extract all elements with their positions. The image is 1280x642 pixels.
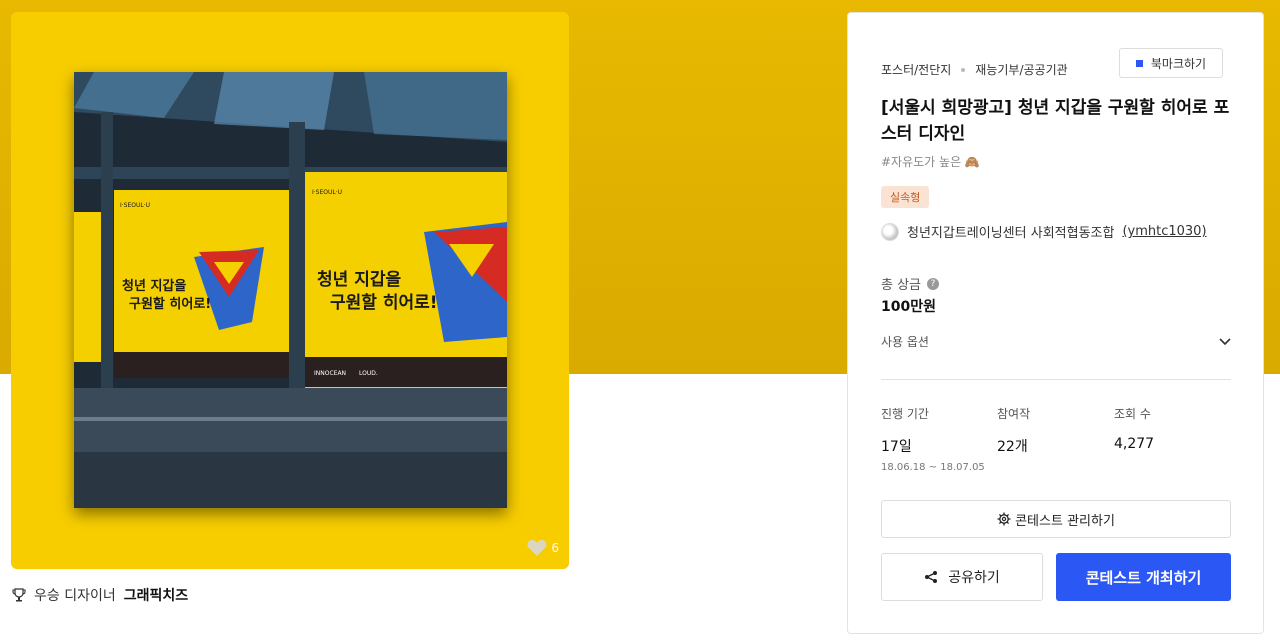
prize-value: 100만원 (881, 299, 936, 315)
help-icon[interactable]: ? (927, 277, 940, 290)
gear-icon (997, 512, 1011, 526)
usage-option-label: 사용 옵션 (881, 335, 929, 349)
host-id-link[interactable]: (ymhtc1030) (1122, 224, 1206, 239)
poster-brand: I·SEOUL·U (312, 189, 342, 196)
host-avatar (881, 222, 899, 241)
bookmark-label: 북마크하기 (1150, 56, 1207, 71)
poster-headline-2-small: 구원할 히어로! (129, 296, 211, 312)
host-name: 청년지갑트레이닝센터 사회적협동조합 (907, 226, 1115, 241)
winner-label: 우승 디자이너 (34, 588, 116, 604)
prize-label: 총 상금 (881, 278, 922, 293)
breadcrumb-category[interactable]: 포스터/전단지 (881, 61, 951, 78)
breadcrumb-separator (961, 67, 966, 72)
like-count: 6 (551, 541, 559, 555)
poster-headline-1: 청년 지갑을 (317, 269, 401, 290)
poster-headline-1-small: 청년 지갑을 (122, 278, 186, 294)
stat-period-label: 진행 기간 (881, 407, 929, 421)
poster-sponsor-1: INNOCEAN (314, 370, 346, 377)
stat-entries: 참여작 22개 (997, 405, 1030, 456)
breadcrumb-subcategory[interactable]: 재능기부/공공기관 (975, 61, 1067, 78)
stat-period: 진행 기간 17일 18.06.18 ~ 18.07.05 (881, 405, 985, 473)
prize-label-row: 총 상금 ? (881, 274, 940, 293)
host-contest-button[interactable]: 콘테스트 개최하기 (1056, 553, 1231, 601)
stat-period-value: 17일 (881, 439, 912, 455)
bookmark-button[interactable]: 북마크하기 (1119, 48, 1223, 78)
breadcrumb: 포스터/전단지 재능기부/공공기관 (881, 61, 1068, 78)
chevron-down-icon (1219, 337, 1231, 345)
usage-option-toggle[interactable]: 사용 옵션 (881, 333, 1231, 350)
winner-name[interactable]: 그래픽치즈 (124, 585, 188, 605)
stat-views-value: 4,277 (1114, 436, 1155, 452)
divider (881, 379, 1231, 380)
share-icon (925, 571, 938, 583)
trophy-icon (12, 588, 26, 602)
share-button[interactable]: 공유하기 (881, 553, 1043, 601)
host-info[interactable]: 청년지갑트레이닝센터 사회적협동조합 (ymhtc1030) (881, 222, 1207, 241)
stat-entries-value: 22개 (997, 439, 1028, 455)
manage-contest-label: 콘테스트 관리하기 (1015, 513, 1115, 529)
winning-poster-photo: 청년 지갑을 구원할 히어로! I·SEOUL·U 청년 지갑을 구원할 히어로… (74, 72, 507, 508)
poster-headline-2: 구원할 히어로! (330, 293, 438, 313)
plan-badge: 실속형 (881, 186, 930, 208)
poster-sponsor-2: LOUD. (359, 370, 378, 377)
contest-tagline: #자유도가 높은 🙈 (881, 155, 980, 169)
poster-brand-small: I·SEOUL·U (120, 202, 150, 209)
winner-designer: 우승 디자이너 그래픽치즈 (12, 585, 188, 605)
contest-hero-image[interactable]: 청년 지갑을 구원할 히어로! I·SEOUL·U 청년 지갑을 구원할 히어로… (11, 12, 569, 569)
manage-contest-button[interactable]: 콘테스트 관리하기 (881, 500, 1231, 538)
stat-period-range: 18.06.18 ~ 18.07.05 (881, 462, 985, 473)
share-label: 공유하기 (948, 570, 1000, 586)
heart-icon (527, 540, 547, 556)
like-counter[interactable]: 6 (527, 539, 559, 557)
contest-info-panel: 포스터/전단지 재능기부/공공기관 북마크하기 [서울시 희망광고] 청년 지갑… (847, 12, 1264, 634)
stat-views-label: 조회 수 (1114, 407, 1151, 421)
contest-title: [서울시 희망광고] 청년 지갑을 구원할 히어로 포스터 디자인 (881, 98, 1230, 144)
bookmark-icon (1135, 59, 1143, 67)
stat-entries-label: 참여작 (997, 407, 1031, 421)
stat-views: 조회 수 4,277 (1114, 405, 1154, 452)
